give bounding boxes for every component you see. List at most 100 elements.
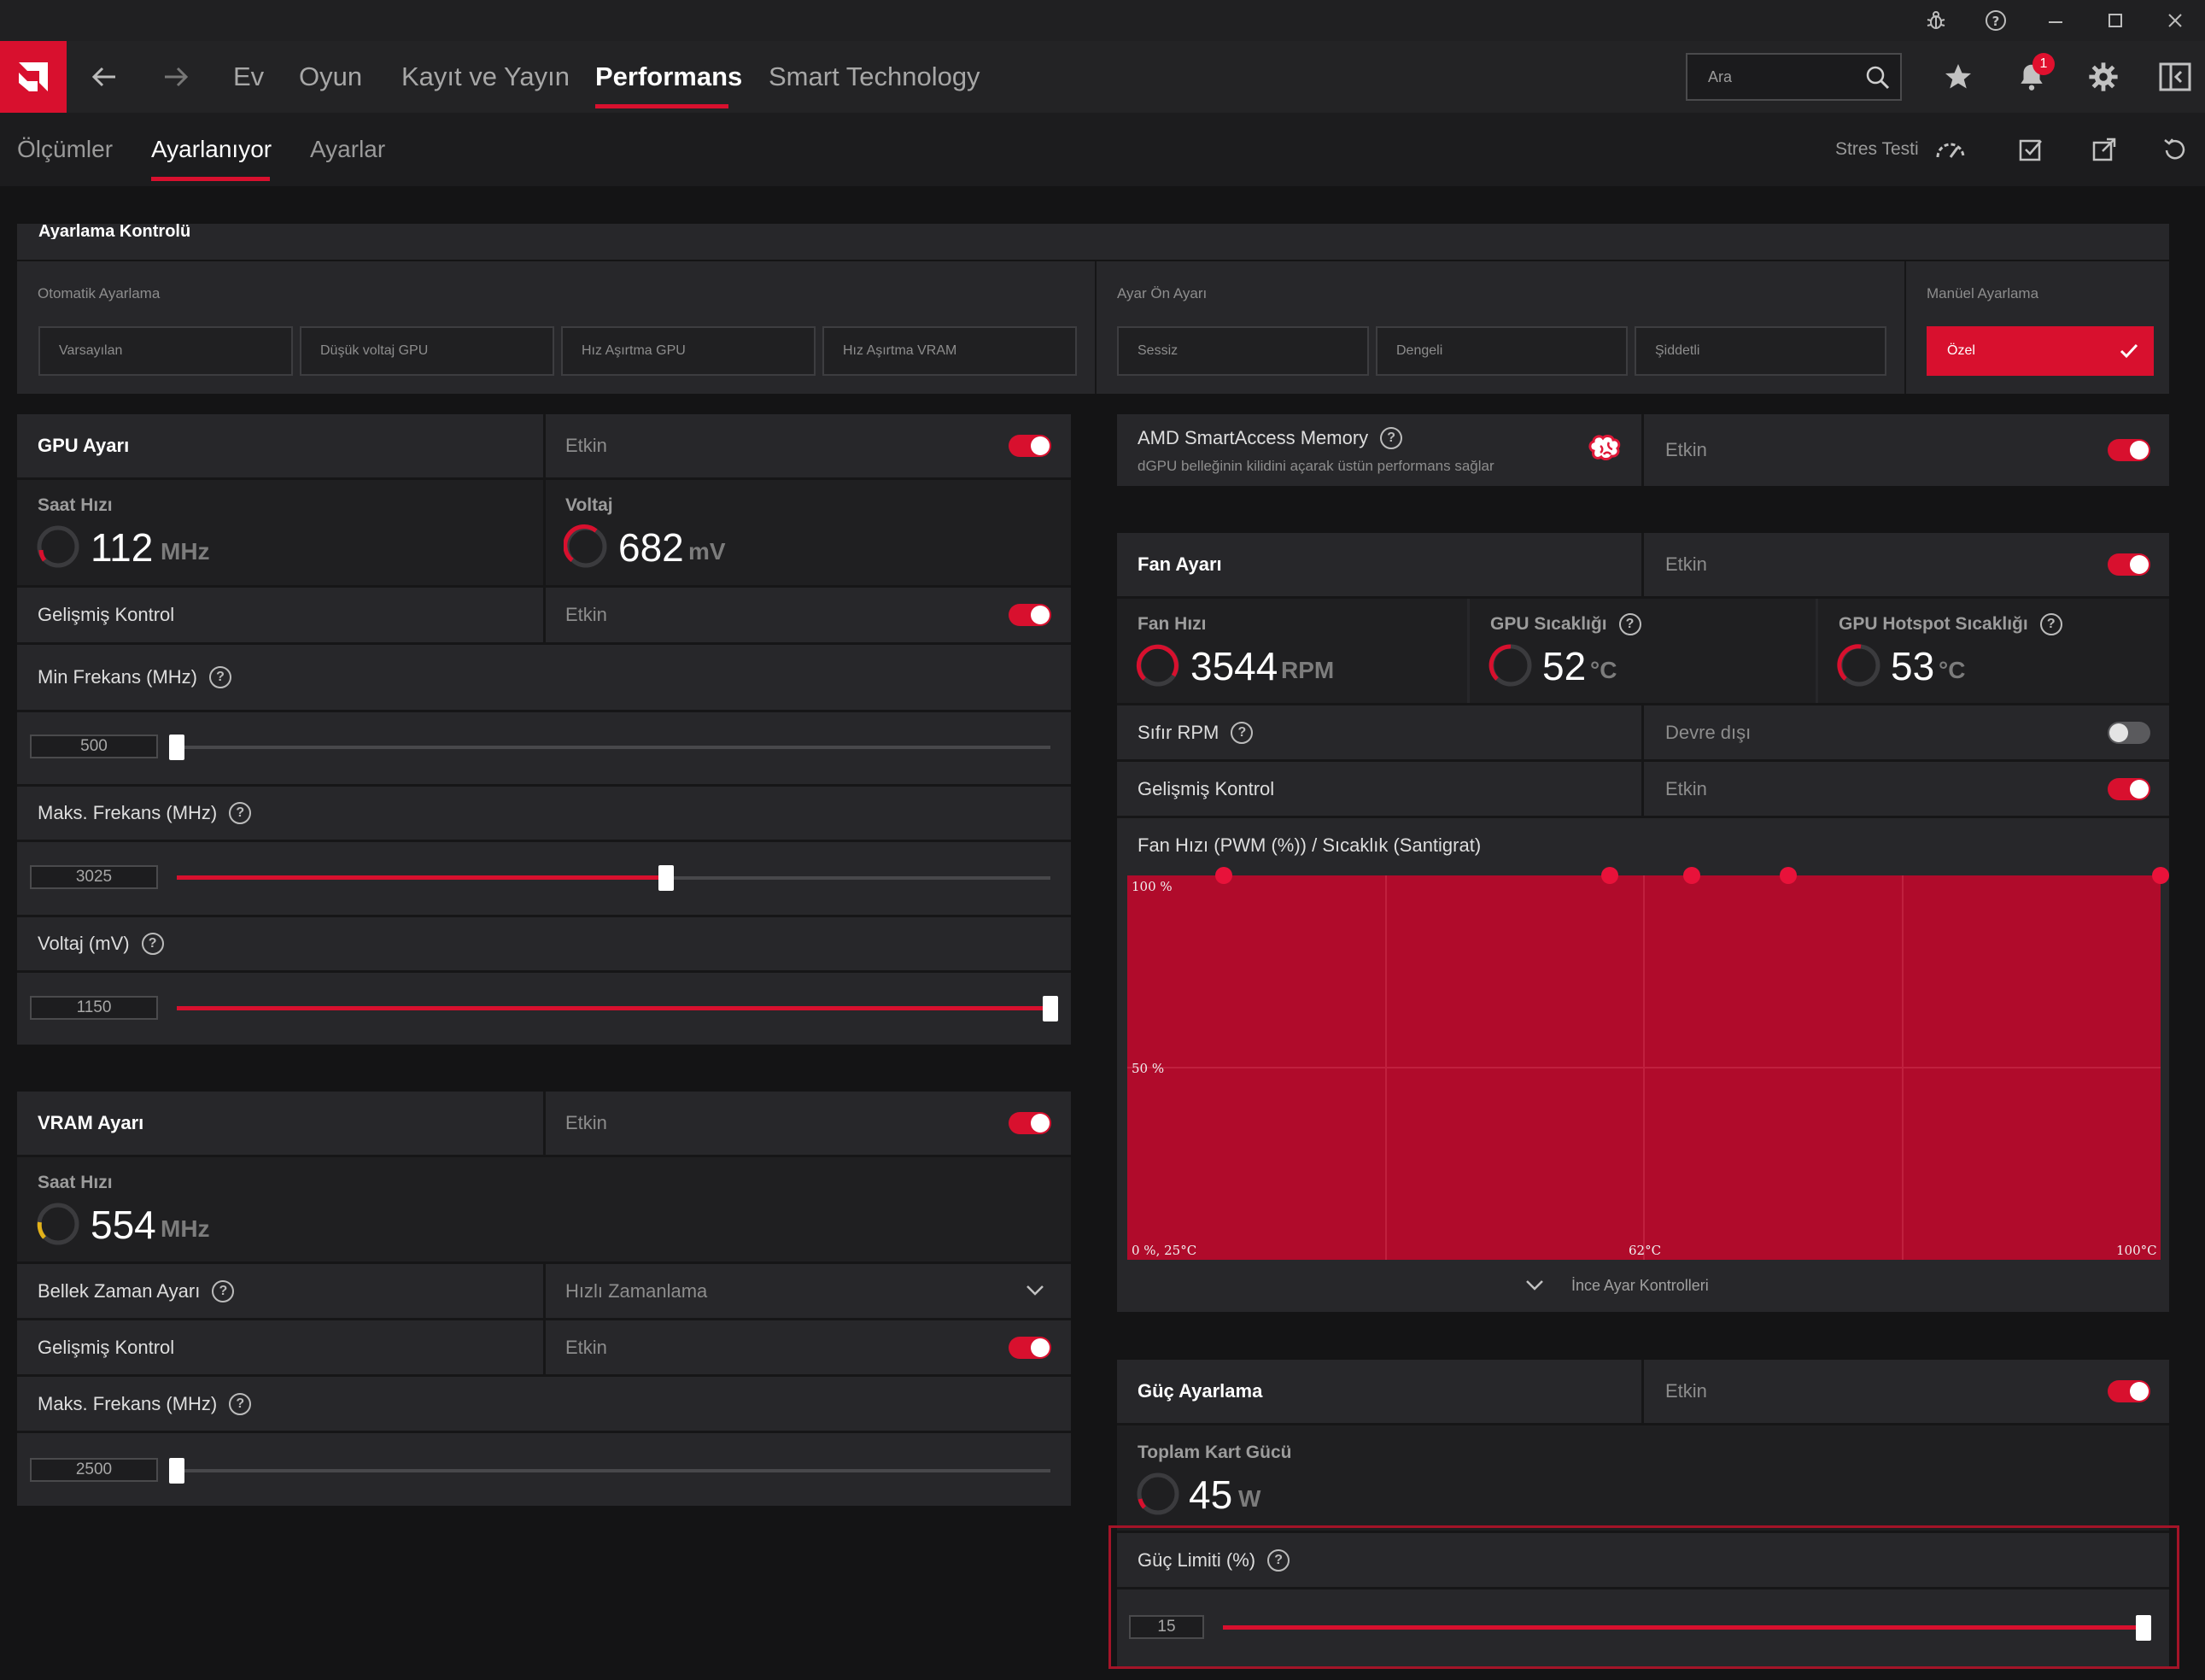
stress-test-label[interactable]: Stres Testi xyxy=(1835,113,1919,186)
star-icon[interactable] xyxy=(1930,41,1986,113)
min-freq-input[interactable]: 500 xyxy=(30,735,158,758)
total-board-power-card xyxy=(1117,1425,2169,1531)
fan-curve-point[interactable] xyxy=(1214,867,1232,884)
preset-default-button[interactable]: Varsayılan xyxy=(38,326,293,376)
min-freq-slider-thumb[interactable] xyxy=(169,735,184,760)
sidebar-panel-icon[interactable] xyxy=(2147,41,2203,113)
forward-arrow-icon[interactable] xyxy=(150,41,202,113)
auto-tuning-label: Otomatik Ayarlama xyxy=(38,285,161,301)
fine-tune-toggle[interactable]: İnce Ayar Kontrolleri xyxy=(1117,1260,2169,1312)
divider xyxy=(1641,705,1644,759)
help-icon[interactable]: ? xyxy=(209,666,232,688)
preset-balanced-button[interactable]: Dengeli xyxy=(1376,326,1628,376)
stress-test-icon[interactable] xyxy=(1925,113,1976,186)
min-freq-slider-track[interactable] xyxy=(177,746,1050,749)
back-arrow-icon[interactable] xyxy=(79,41,130,113)
fan-tuning-status: Etkin xyxy=(1665,553,1707,575)
vram-advanced-toggle[interactable] xyxy=(1009,1337,1051,1359)
divider xyxy=(17,1431,1071,1433)
divider xyxy=(17,840,1071,842)
vram-max-freq-slider-thumb[interactable] xyxy=(169,1458,184,1484)
export-icon[interactable] xyxy=(2079,113,2130,186)
zero-rpm-toggle[interactable] xyxy=(2108,722,2150,744)
help-icon[interactable]: ? xyxy=(1966,0,2026,41)
fan-speed-value: 3544 xyxy=(1190,644,1278,688)
minimize-icon[interactable] xyxy=(2026,0,2085,41)
amd-logo[interactable] xyxy=(0,41,67,113)
help-icon[interactable]: ? xyxy=(1380,427,1403,449)
voltage-mv-input[interactable]: 1150 xyxy=(30,996,158,1020)
fan-curve-point[interactable] xyxy=(2152,867,2169,884)
hotspot-temp-gauge-icon xyxy=(1837,644,1880,687)
divider xyxy=(1095,261,1097,394)
power-tuning-title: Güç Ayarlama xyxy=(1138,1380,1263,1402)
power-tuning-toggle[interactable] xyxy=(2108,1380,2150,1402)
gpu-tuning-toggle[interactable] xyxy=(1009,435,1051,457)
gpu-advanced-status: Etkin xyxy=(565,604,607,625)
search-box[interactable] xyxy=(1686,53,1902,101)
bell-icon[interactable] xyxy=(2003,41,2060,113)
tab-settings[interactable]: Ayarlar xyxy=(310,113,385,186)
voltage-slider-thumb[interactable] xyxy=(1043,996,1058,1021)
search-input[interactable] xyxy=(1687,55,1858,99)
fan-tuning-title: Fan Ayarı xyxy=(1138,553,1222,575)
max-freq-input[interactable]: 3025 xyxy=(30,865,158,889)
gpu-voltage-unit: mV xyxy=(688,538,726,565)
max-freq-label: Maks. Frekans (MHz) xyxy=(38,802,218,823)
bug-icon[interactable] xyxy=(1906,0,1966,41)
preset-quiet-button[interactable]: Sessiz xyxy=(1117,326,1369,376)
tab-smart-technology[interactable]: Smart Technology xyxy=(769,41,980,113)
preset-overclock-gpu-button[interactable]: Hız Aşırtma GPU xyxy=(561,326,816,376)
min-freq-label: Min Frekans (MHz) xyxy=(38,666,198,688)
help-icon[interactable]: ? xyxy=(2039,613,2062,635)
divider xyxy=(1641,533,1644,596)
vram-max-freq-slider-track[interactable] xyxy=(177,1469,1050,1472)
tab-home[interactable]: Ev xyxy=(233,41,264,113)
tab-record-stream[interactable]: Kayıt ve Yayın xyxy=(401,41,570,113)
zero-rpm-row: Sıfır RPM ? xyxy=(1138,705,1254,759)
help-icon[interactable]: ? xyxy=(1231,721,1254,744)
gpu-clock-label: Saat Hızı xyxy=(38,495,113,515)
fan-speed-label: Fan Hızı xyxy=(1138,614,1207,634)
tab-gaming[interactable]: Oyun xyxy=(299,41,362,113)
notification-badge: 1 xyxy=(2032,53,2055,75)
divider xyxy=(1641,762,1644,816)
fan-curve-point[interactable] xyxy=(1600,867,1618,884)
gear-icon[interactable] xyxy=(2075,41,2132,113)
divider xyxy=(1641,1360,1644,1423)
vram-tuning-toggle[interactable] xyxy=(1009,1112,1051,1134)
x-tick-62: 62°C xyxy=(1629,1243,1662,1258)
gpu-advanced-toggle[interactable] xyxy=(1009,604,1051,626)
chevron-down-icon xyxy=(1026,1285,1044,1296)
tab-metrics[interactable]: Ölçümler xyxy=(17,113,113,186)
preset-custom-button[interactable]: Özel xyxy=(1927,326,2154,376)
maximize-icon[interactable] xyxy=(2085,0,2145,41)
tab-tuning[interactable]: Ayarlanıyor xyxy=(151,113,272,186)
help-icon[interactable]: ? xyxy=(141,933,164,955)
divider xyxy=(543,1092,546,1155)
gpu-voltage-value: 682 xyxy=(618,525,684,570)
help-icon[interactable]: ? xyxy=(212,1279,235,1302)
sam-toggle[interactable] xyxy=(2108,439,2150,461)
preset-rage-button[interactable]: Şiddetli xyxy=(1635,326,1886,376)
fan-tuning-toggle[interactable] xyxy=(2108,553,2150,576)
tab-performance[interactable]: Performans xyxy=(595,41,742,113)
help-icon[interactable]: ? xyxy=(229,802,252,824)
apply-icon[interactable] xyxy=(2005,113,2056,186)
preset-overclock-vram-button[interactable]: Hız Aşırtma VRAM xyxy=(822,326,1077,376)
vram-max-freq-label: Maks. Frekans (MHz) xyxy=(38,1392,218,1414)
memory-timing-dropdown[interactable]: Hızlı Zamanlama xyxy=(546,1264,1071,1318)
reset-icon[interactable] xyxy=(2149,113,2201,186)
max-freq-slider-thumb[interactable] xyxy=(658,865,674,891)
fan-advanced-toggle[interactable] xyxy=(2108,778,2150,800)
fan-curve-chart[interactable]: 100 % 50 % 0 %, 25°C 62°C 100°C xyxy=(1127,875,2161,1260)
help-icon[interactable]: ? xyxy=(1618,613,1641,635)
preset-undervolt-button[interactable]: Düşük voltaj GPU xyxy=(300,326,554,376)
search-icon[interactable] xyxy=(1865,65,1891,95)
vram-max-freq-input[interactable]: 2500 xyxy=(30,1458,158,1482)
close-icon[interactable] xyxy=(2145,0,2205,41)
zero-rpm-status: Devre dışı xyxy=(1665,721,1752,743)
power-tuning-status: Etkin xyxy=(1665,1380,1707,1402)
help-icon[interactable]: ? xyxy=(229,1392,252,1415)
gpu-temp-gauge-icon xyxy=(1489,644,1532,687)
